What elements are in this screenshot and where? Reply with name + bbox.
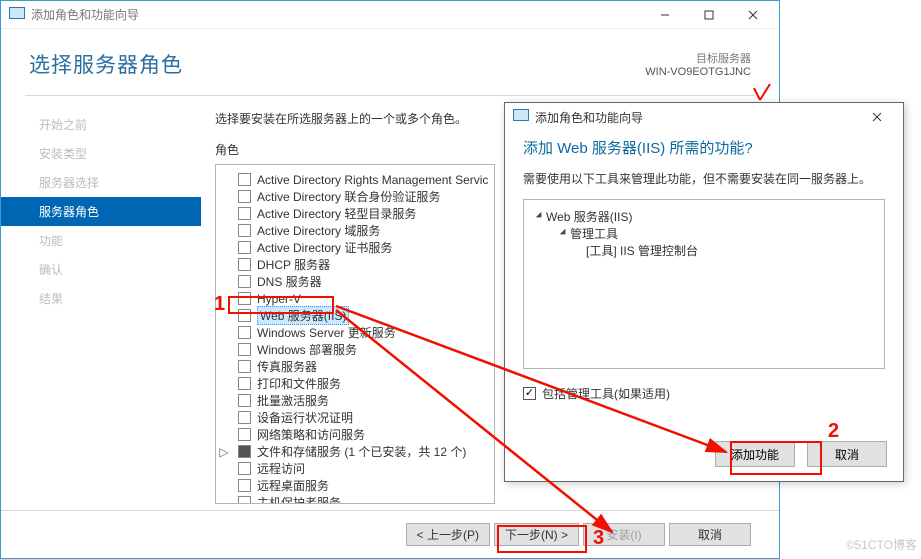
annotation-arrows (0, 0, 921, 559)
watermark: ©51CTO博客 (846, 536, 917, 553)
